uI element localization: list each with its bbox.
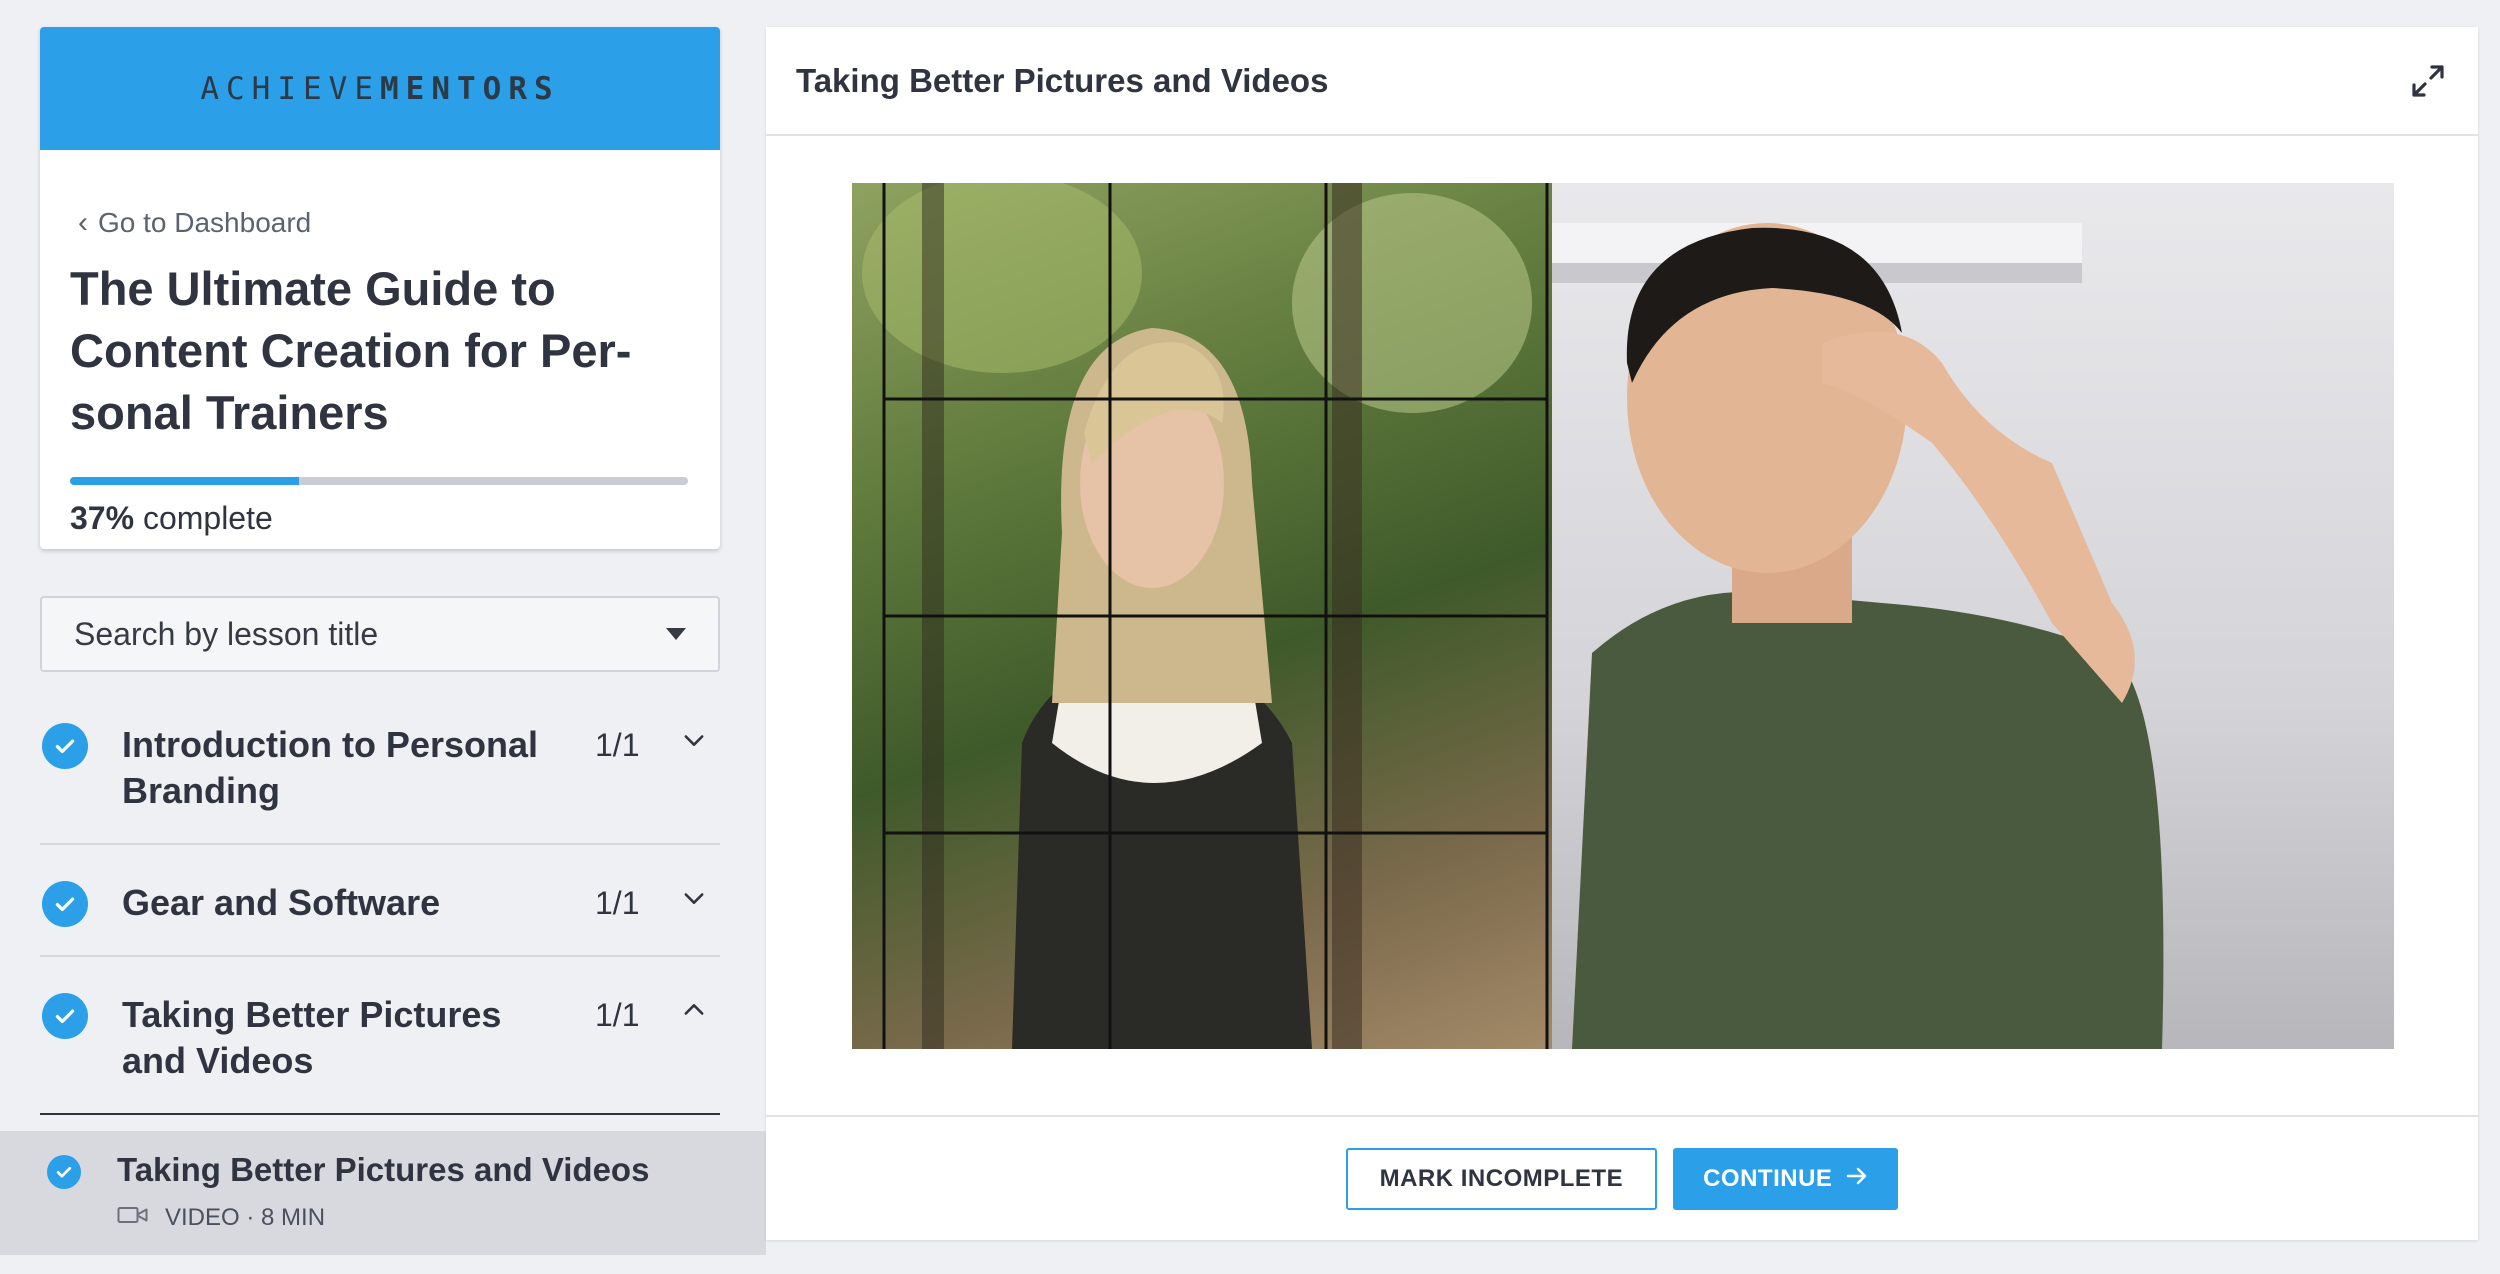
lesson-header: Taking Better Pictures and Videos (766, 27, 2478, 136)
course-card: ACHIEVEMENTORS ‹ Go to Dashboard The Ult… (40, 27, 720, 549)
course-progress-text: 37% complete (70, 500, 273, 537)
chevron-left-icon: ‹ (78, 206, 88, 239)
module-divider (40, 1113, 720, 1115)
module-lesson-count: 1/1 (595, 997, 640, 1033)
module-title: Gear and Software (122, 882, 441, 923)
chevron-down-icon (680, 726, 708, 762)
fullscreen-icon[interactable] (2408, 61, 2448, 101)
sidebar: ACHIEVEMENTORS ‹ Go to Dashboard The Ult… (0, 0, 766, 1274)
check-circle-icon (42, 993, 88, 1039)
video-thumbnail-right-frame (1552, 183, 2394, 1049)
rule-of-thirds-grid (882, 183, 1549, 1049)
module-taking-better-pictures-and-videos[interactable]: Taking Better Pictures and Videos 1/1 (40, 990, 720, 1102)
video-camera-icon (117, 1204, 149, 1232)
lesson-panel: Taking Better Pictures and Videos MARK I… (766, 27, 2478, 1240)
module-gear-and-software[interactable]: Gear and Software 1/1 (40, 878, 720, 948)
module-lesson-count: 1/1 (595, 885, 640, 921)
check-circle-icon (42, 881, 88, 927)
lesson-heading: Taking Better Pictures and Videos (796, 61, 1329, 99)
go-to-dashboard-link[interactable]: ‹ Go to Dashboard (78, 207, 311, 239)
go-to-dashboard-label: Go to Dashboard (98, 207, 312, 238)
check-circle-icon (47, 1155, 81, 1189)
module-divider (40, 843, 720, 845)
course-progress-bar (70, 477, 688, 485)
check-circle-icon (42, 723, 88, 769)
module-lesson-count: 1/1 (595, 727, 640, 763)
module-divider (40, 955, 720, 957)
lesson-search-dropdown[interactable]: Search by lesson title (40, 596, 720, 672)
caret-down-icon (666, 628, 686, 640)
lesson-item-active[interactable]: Taking Better Pictures and Videos VIDEO … (0, 1131, 766, 1255)
course-title: The Ultimate Guide to Content Creation f… (70, 262, 632, 439)
course-progress-fill (70, 477, 299, 485)
module-title: Introduction to Personal Branding (122, 724, 539, 811)
progress-percent: 37% (70, 500, 135, 536)
brand-logo[interactable]: ACHIEVEMENTORS (200, 71, 559, 107)
continue-button[interactable]: CONTINUE (1673, 1147, 1899, 1210)
chevron-up-icon (680, 996, 708, 1032)
lesson-search-label: Search by lesson title (74, 615, 379, 652)
lesson-meta: VIDEO · 8 MIN (117, 1204, 325, 1232)
module-introduction-to-personal-branding[interactable]: Introduction to Personal Branding 1/1 (40, 720, 720, 832)
continue-label: CONTINUE (1703, 1164, 1833, 1192)
lesson-type-duration: VIDEO · 8 MIN (165, 1204, 326, 1231)
lesson-title: Taking Better Pictures and Videos (117, 1151, 650, 1188)
brand-bar: ACHIEVEMENTORS (40, 27, 720, 150)
arrow-right-icon (1846, 1165, 1868, 1193)
mark-incomplete-button[interactable]: MARK INCOMPLETE (1345, 1147, 1658, 1210)
lesson-footer: MARK INCOMPLETE CONTINUE (766, 1115, 2478, 1240)
video-player[interactable] (852, 183, 2394, 1049)
progress-suffix: complete (134, 500, 273, 536)
module-title: Taking Better Pictures and Videos (122, 994, 502, 1081)
chevron-down-icon (680, 884, 708, 920)
